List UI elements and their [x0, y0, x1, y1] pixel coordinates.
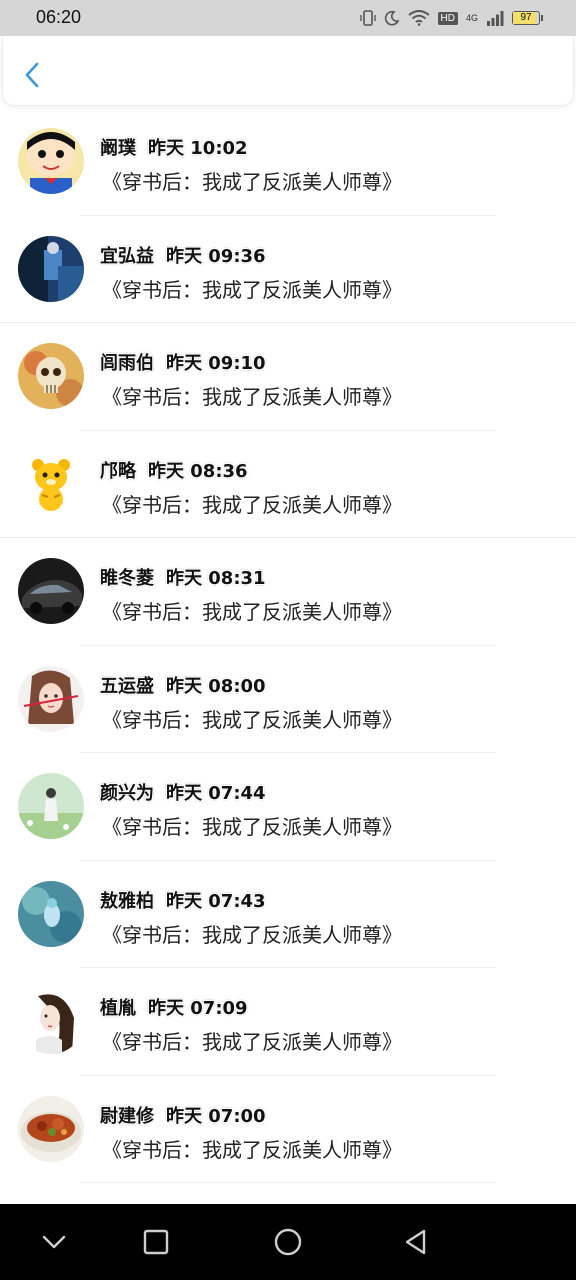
timestamp: 昨天 07:00	[166, 1105, 266, 1127]
list-item[interactable]: 植胤 昨天 07:09 《穿书后：我成了反派美人师尊》	[0, 968, 576, 1076]
list-item[interactable]: 尉建修 昨天 07:00 《穿书后：我成了反派美人师尊》	[0, 1076, 576, 1183]
collapse-button[interactable]	[38, 1226, 70, 1258]
status-bar: 06:20 HD 4G 97	[0, 0, 576, 36]
avatar	[18, 773, 84, 839]
timestamp: 昨天 07:09	[148, 998, 248, 1019]
list-item[interactable]: 五运盛 昨天 08:00 《穿书后：我成了反派美人师尊》	[0, 646, 576, 753]
message-text: 《穿书后：我成了反派美人师尊》	[102, 492, 402, 517]
divider	[80, 1182, 496, 1183]
status-time: 06:20	[36, 7, 82, 27]
message-text: 《穿书后：我成了反派美人师尊》	[102, 1030, 402, 1054]
sender-name: 敖雅柏	[100, 890, 154, 912]
wifi-icon	[407, 10, 430, 26]
status-icons: HD 4G 97	[359, 8, 543, 28]
list-item[interactable]: 睢冬菱 昨天 08:31 《穿书后：我成了反派美人师尊》	[0, 538, 576, 646]
timestamp: 昨天 08:00	[166, 675, 266, 697]
header-bar	[2, 36, 574, 106]
list-item[interactable]: 宜弘益 昨天 09:36 《穿书后：我成了反派美人师尊》	[0, 216, 576, 323]
name-line: 邝略 昨天 08:36	[100, 457, 248, 483]
message-text: 《穿书后：我成了反派美人师尊》	[102, 385, 402, 409]
sender-name: 邝略	[100, 460, 136, 482]
collapse-chevron-icon	[38, 1235, 70, 1262]
back-button[interactable]	[19, 60, 49, 90]
avatar	[18, 558, 84, 624]
timestamp: 昨天 07:44	[166, 783, 266, 804]
vibrate-icon	[359, 10, 376, 26]
message-text: 《穿书后：我成了反派美人师尊》	[102, 922, 402, 947]
name-line: 宜弘益 昨天 09:36	[100, 242, 266, 268]
list-item[interactable]: 邝略 昨天 08:36 《穿书后：我成了反派美人师尊》	[0, 431, 576, 538]
avatar	[18, 665, 84, 732]
list-item[interactable]: 闾雨伯 昨天 09:10 《穿书后：我成了反派美人师尊》	[0, 323, 576, 431]
sender-name: 闾雨伯	[100, 353, 154, 374]
name-line: 闾雨伯 昨天 09:10	[100, 349, 266, 375]
hd-icon: HD	[437, 11, 458, 25]
sender-name: 阚璞	[100, 138, 136, 159]
back-triangle-icon	[400, 1229, 432, 1262]
message-text: 《穿书后：我成了反派美人师尊》	[102, 707, 402, 732]
recents-square-icon	[140, 1229, 172, 1262]
avatar	[18, 1095, 84, 1162]
message-text: 《穿书后：我成了反派美人师尊》	[102, 1137, 402, 1162]
message-list: 阚璞 昨天 10:02 《穿书后：我成了反派美人师尊》 宜弘益 昨天 09:36 《…	[0, 108, 576, 1183]
avatar	[18, 450, 84, 517]
avatar	[18, 988, 84, 1054]
sender-name: 植胤	[100, 998, 136, 1019]
network-type: 4G	[465, 13, 478, 23]
avatar	[18, 128, 84, 194]
message-text: 《穿书后：我成了反派美人师尊》	[102, 815, 402, 839]
moon-icon	[384, 10, 400, 26]
navigation-bar	[0, 1204, 576, 1280]
sender-name: 颜兴为	[100, 783, 154, 804]
name-line: 敖雅柏 昨天 07:43	[100, 887, 266, 913]
list-item[interactable]: 敖雅柏 昨天 07:43 《穿书后：我成了反派美人师尊》	[0, 861, 576, 968]
signal-icon	[486, 10, 504, 26]
avatar	[18, 235, 84, 302]
name-line: 睢冬菱 昨天 08:31	[100, 564, 266, 590]
battery-icon: 97	[512, 11, 543, 25]
message-text: 《穿书后：我成了反派美人师尊》	[102, 277, 402, 302]
timestamp: 昨天 10:02	[148, 138, 248, 159]
sender-name: 五运盛	[100, 675, 154, 697]
home-button[interactable]	[272, 1226, 304, 1258]
timestamp: 昨天 08:36	[148, 460, 248, 482]
name-line: 阚璞 昨天 10:02	[100, 134, 248, 160]
home-circle-icon	[272, 1228, 304, 1262]
list-item[interactable]: 阚璞 昨天 10:02 《穿书后：我成了反派美人师尊》	[0, 108, 576, 216]
chevron-left-icon	[19, 62, 49, 94]
timestamp: 昨天 07:43	[166, 890, 266, 912]
avatar	[18, 343, 84, 409]
avatar	[18, 880, 84, 947]
message-text: 《穿书后：我成了反派美人师尊》	[102, 600, 402, 624]
name-line: 植胤 昨天 07:09	[100, 994, 248, 1020]
timestamp: 昨天 09:36	[166, 245, 266, 267]
sender-name: 宜弘益	[100, 245, 154, 267]
timestamp: 昨天 08:31	[166, 568, 266, 589]
name-line: 尉建修 昨天 07:00	[100, 1102, 266, 1128]
back-nav-button[interactable]	[400, 1226, 432, 1258]
sender-name: 尉建修	[100, 1105, 154, 1127]
timestamp: 昨天 09:10	[166, 353, 266, 374]
sender-name: 睢冬菱	[100, 568, 154, 589]
battery-level: 97	[520, 12, 532, 23]
message-text: 《穿书后：我成了反派美人师尊》	[102, 170, 402, 194]
recents-button[interactable]	[140, 1226, 172, 1258]
list-item[interactable]: 颜兴为 昨天 07:44 《穿书后：我成了反派美人师尊》	[0, 753, 576, 861]
name-line: 五运盛 昨天 08:00	[100, 672, 266, 698]
name-line: 颜兴为 昨天 07:44	[100, 779, 266, 805]
